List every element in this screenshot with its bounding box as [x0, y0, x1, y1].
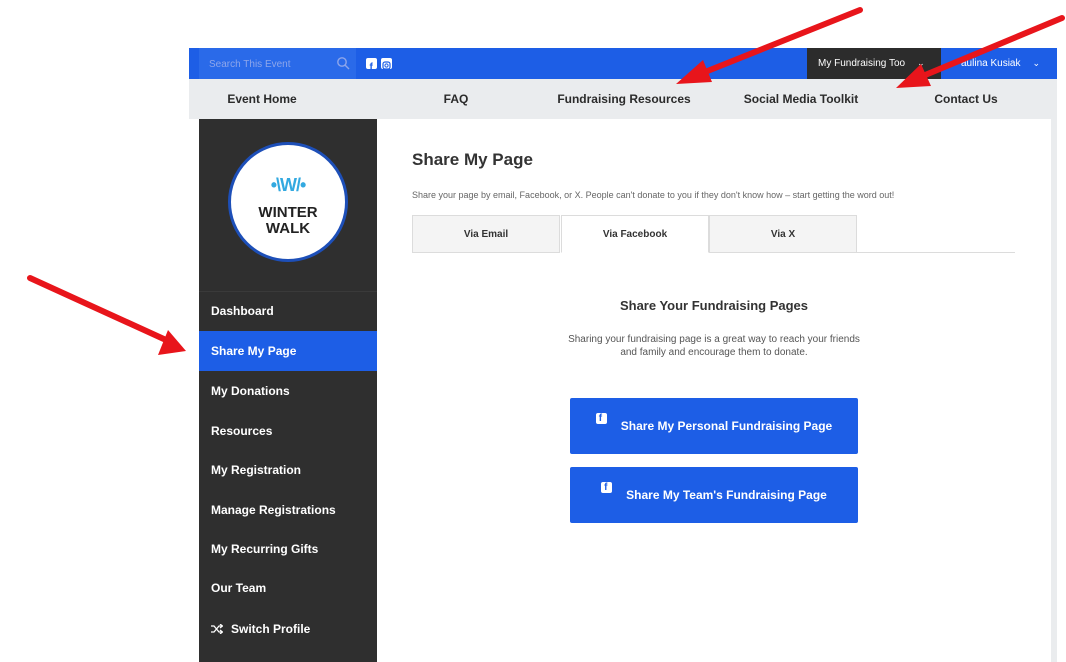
shuffle-icon [211, 624, 223, 634]
section-title: Share Your Fundraising Pages [619, 298, 809, 313]
right-gutter [1051, 119, 1057, 662]
sidebar-item-label: Switch Profile [231, 622, 311, 636]
sidebar-item-label: Manage Registrations [211, 503, 336, 517]
nav-contact-us[interactable]: Contact Us [934, 79, 997, 119]
facebook-icon [595, 412, 607, 426]
tab-via-x[interactable]: Via X [709, 215, 857, 253]
sidebar-item-label: Share My Page [211, 344, 297, 358]
sidebar-item-switch-profile[interactable]: Switch Profile [199, 609, 377, 649]
page-title: Share My Page [412, 150, 533, 169]
user-name: aulina Kusiak [961, 58, 1021, 69]
share-team-page-label: Share My Team's Fundraising Page [626, 488, 827, 502]
facebook-icon[interactable]: f [366, 58, 377, 73]
logo-line-1: WINTER [258, 204, 318, 221]
sidebar-item-label: Resources [211, 424, 273, 438]
search-box [199, 48, 356, 79]
chevron-down-icon: ⌄ [917, 58, 925, 68]
nav-fundraising-resources[interactable]: Fundraising Resources [557, 79, 690, 119]
annotation-arrow-share-my-page [27, 275, 186, 355]
logo-mark: •\W/• [270, 175, 307, 195]
search-input[interactable] [207, 54, 331, 74]
nav-faq[interactable]: FAQ [444, 79, 469, 119]
user-menu[interactable]: aulina Kusiak ⌄ [941, 48, 1057, 79]
sidebar-item-label: Our Team [211, 581, 267, 595]
nav-social-media-toolkit[interactable]: Social Media Toolkit [744, 79, 858, 119]
fundraising-tools-label: My Fundraising Too [818, 58, 906, 69]
sidebar-item-my-donations[interactable]: My Donations [199, 371, 377, 411]
sidebar-item-label: My Donations [211, 384, 290, 398]
share-personal-page-label: Share My Personal Fundraising Page [620, 419, 833, 433]
sidebar-item-share-my-page[interactable]: Share My Page [199, 331, 377, 371]
sidebar-item-resources[interactable]: Resources [199, 411, 377, 451]
main-content [377, 119, 1051, 662]
sidebar-item-label: My Recurring Gifts [211, 542, 319, 556]
chevron-down-icon: ⌄ [1032, 58, 1041, 68]
facebook-icon [601, 481, 613, 495]
sidebar-item-dashboard[interactable]: Dashboard [199, 291, 377, 331]
sidebar-item-label: Dashboard [211, 304, 274, 318]
instagram-icon[interactable] [381, 58, 392, 70]
tab-via-email[interactable]: Via Email [412, 215, 560, 253]
share-personal-page-button[interactable]: Share My Personal Fundraising Page [570, 398, 858, 454]
sidebar-item-our-team[interactable]: Our Team [199, 568, 377, 608]
fundraising-tools-menu[interactable]: My Fundraising Too ⌄ [807, 48, 941, 79]
sidebar-item-label: My Registration [211, 463, 302, 477]
search-icon[interactable] [336, 56, 351, 71]
logo-line-2: WALK [265, 220, 311, 237]
svg-text:f: f [370, 62, 374, 71]
sidebar-item-my-registration[interactable]: My Registration [199, 450, 377, 490]
share-team-page-button[interactable]: Share My Team's Fundraising Page [570, 467, 858, 523]
winter-walk-logo: •\W/• WINTER WALK [228, 142, 348, 262]
nav-event-home[interactable]: Event Home [227, 79, 296, 119]
sidebar-item-my-recurring-gifts[interactable]: My Recurring Gifts [199, 529, 377, 569]
section-description: Sharing your fundraising page is a great… [568, 334, 860, 358]
page-description: Share your page by email, Facebook, or X… [412, 190, 895, 200]
sidebar-item-manage-registrations[interactable]: Manage Registrations [199, 490, 377, 530]
tab-via-facebook[interactable]: Via Facebook [561, 215, 709, 253]
tab-divider [857, 252, 1015, 253]
